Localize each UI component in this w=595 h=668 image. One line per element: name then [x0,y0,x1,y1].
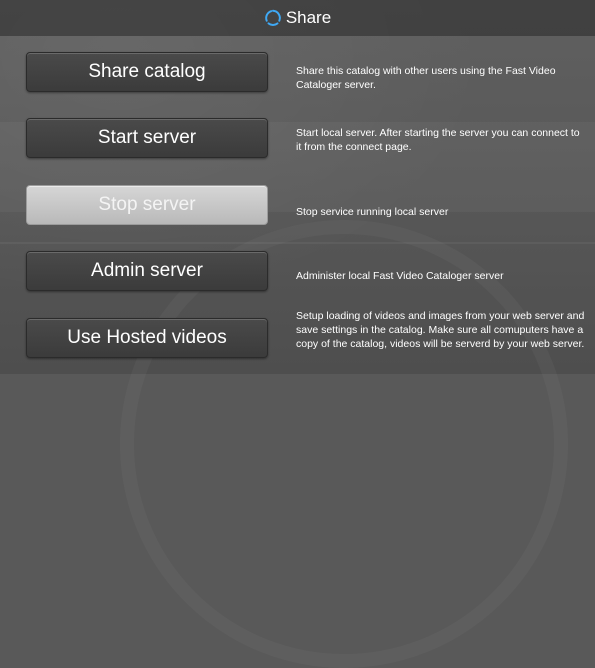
use-hosted-videos-button[interactable]: Use Hosted videos [26,318,268,358]
share-catalog-button[interactable]: Share catalog [26,52,268,92]
share-logo-icon [265,9,281,26]
stop-server-button[interactable]: Stop server [26,185,268,225]
admin-server-button[interactable]: Admin server [26,251,268,291]
page-header: Share [0,0,595,36]
start-server-button[interactable]: Start server [26,118,268,158]
hosted-videos-description: Setup loading of videos and images from … [296,310,585,350]
share-catalog-row: Share catalog Share this catalog with ot… [0,44,595,104]
stop-server-row: Stop server Stop service running local s… [0,176,595,236]
start-server-row: Start server Start local server. After s… [0,110,595,170]
admin-server-row: Admin server Administer local Fast Video… [0,243,595,303]
start-server-description: Start local server. After starting the s… [296,127,580,153]
page-title: Share [285,8,332,27]
admin-server-description: Administer local Fast Video Cataloger se… [296,270,504,282]
share-catalog-description: Share this catalog with other users usin… [296,65,556,91]
hosted-videos-row: Use Hosted videos Setup loading of video… [0,308,595,368]
stop-server-description: Stop service running local server [296,206,449,218]
